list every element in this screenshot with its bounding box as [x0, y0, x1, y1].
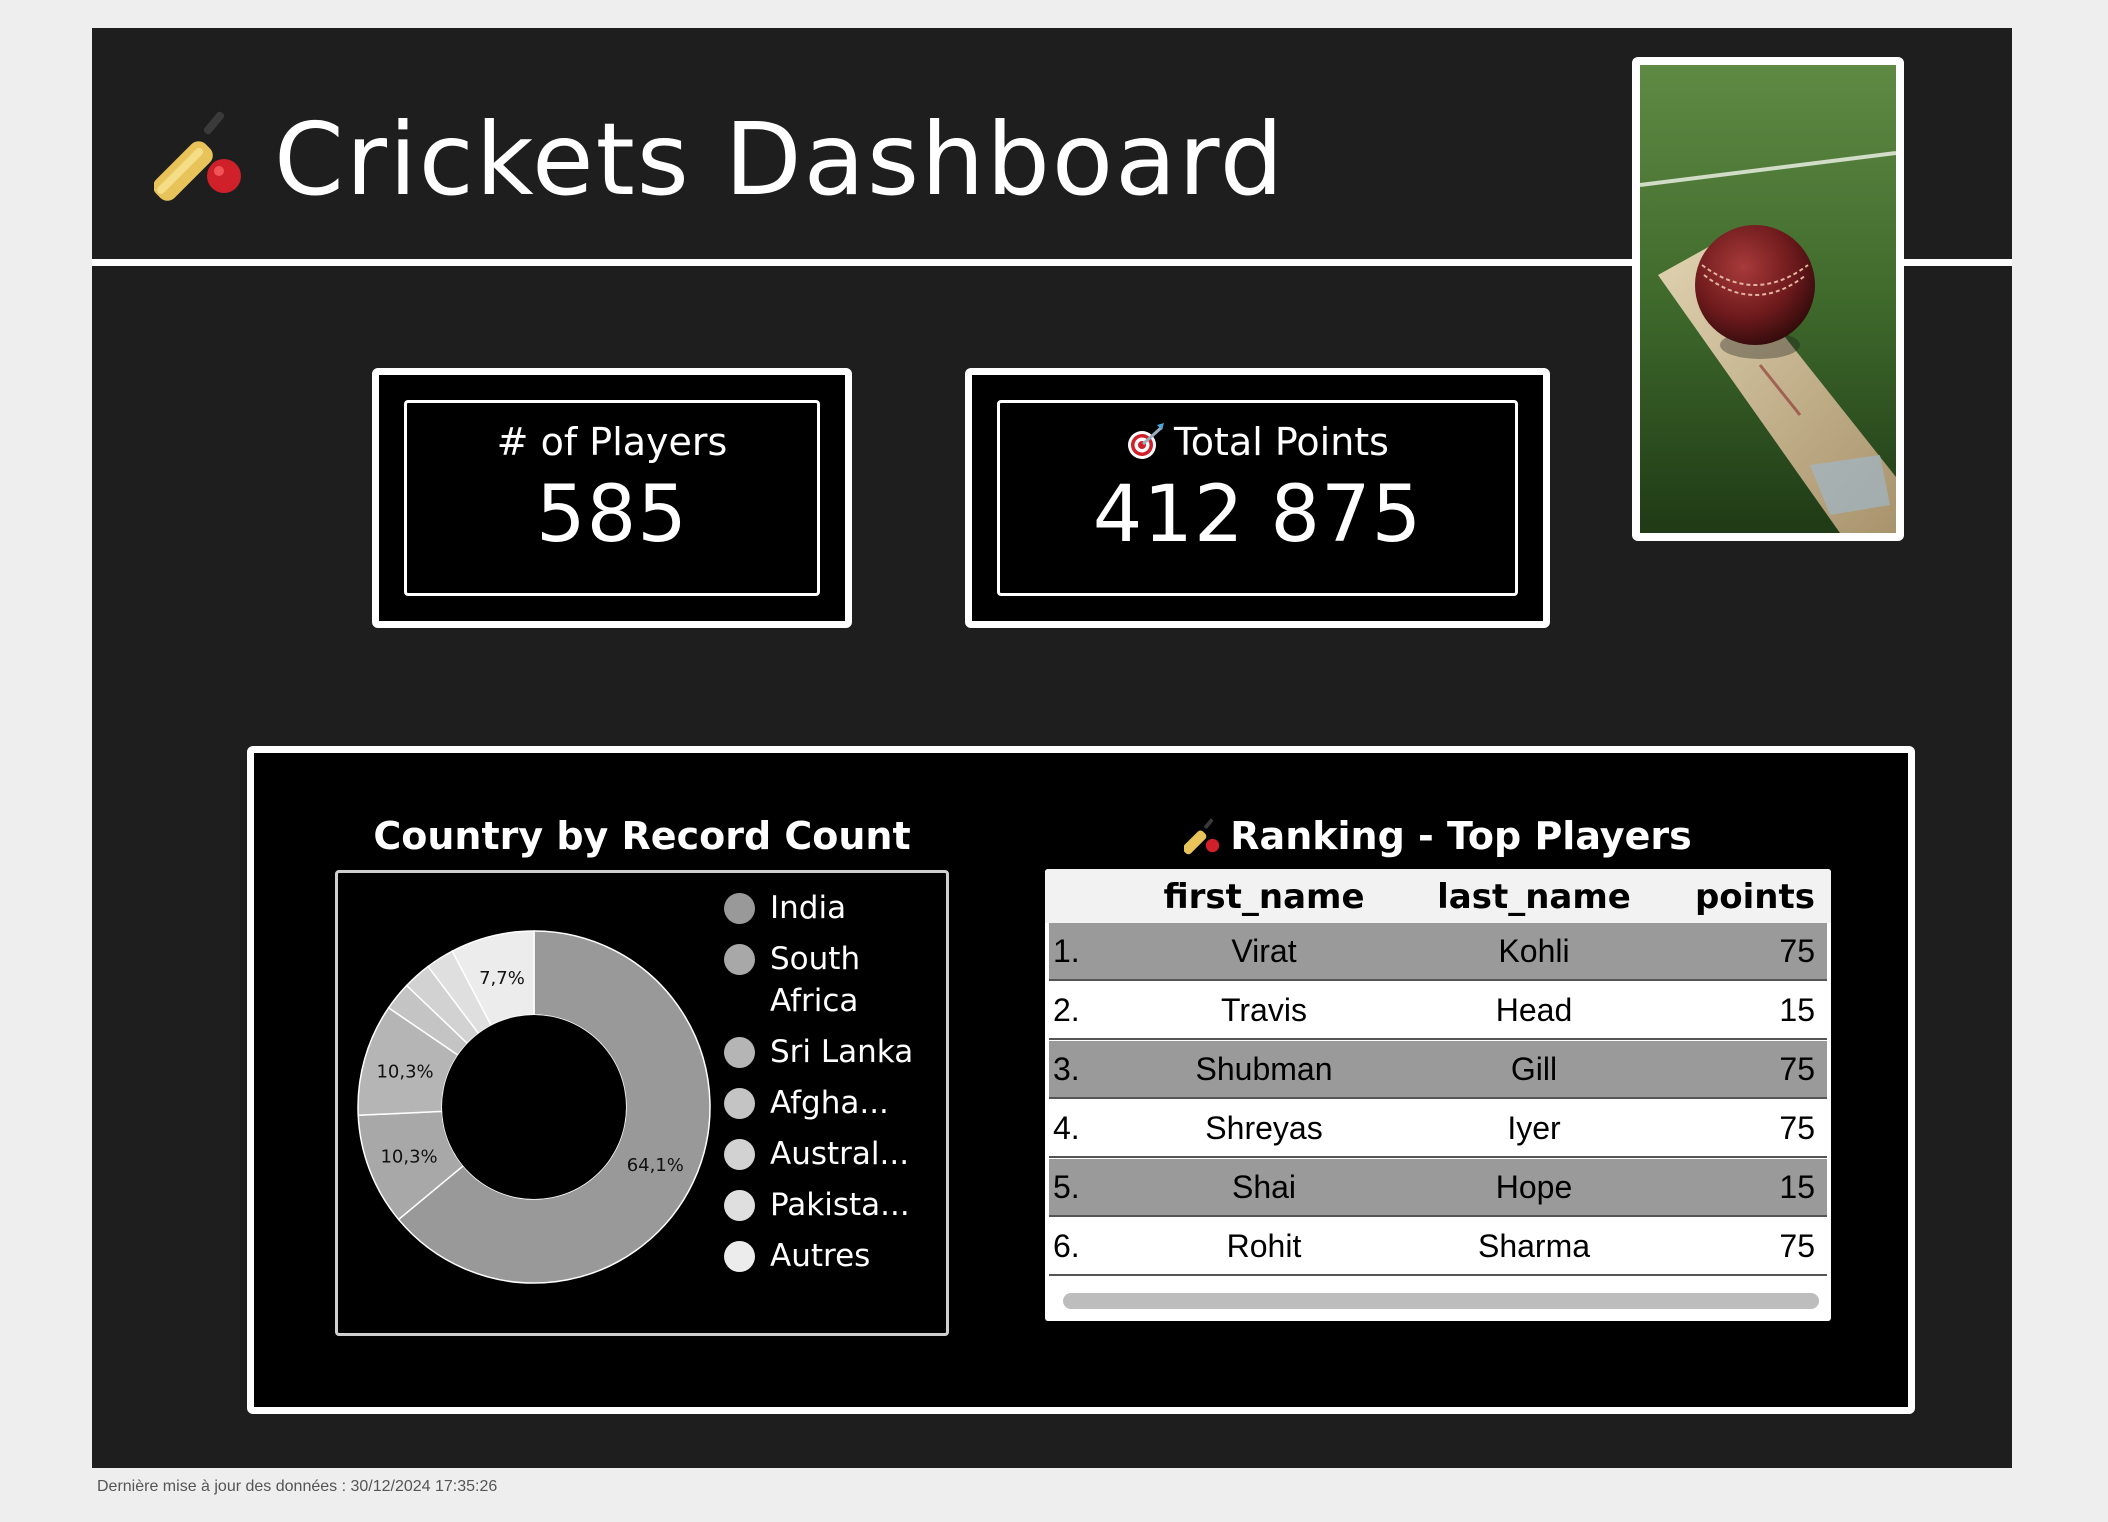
- table-row[interactable]: 6. Rohit Sharma 75: [1049, 1218, 1827, 1276]
- cell-points: 15: [1779, 1169, 1815, 1205]
- table-row[interactable]: 5. Shai Hope 15: [1049, 1159, 1827, 1217]
- row-index: 3.: [1053, 1051, 1080, 1087]
- cell-points: 75: [1779, 1051, 1815, 1087]
- donut-chart: 64,1% 10,3% 10,3% 7,7%: [357, 930, 711, 1284]
- col-header-first-name[interactable]: first_name: [1139, 873, 1389, 921]
- ranking-title: Ranking - Top Players: [1230, 814, 1692, 858]
- legend-swatch: [724, 1037, 755, 1068]
- legend-label: Autres: [770, 1238, 871, 1274]
- legend-swatch: [724, 1139, 755, 1170]
- col-header-points[interactable]: points: [1695, 873, 1815, 921]
- legend-swatch: [724, 893, 755, 924]
- donut-data-label: 7,7%: [479, 968, 525, 989]
- table-scrollbar[interactable]: [1063, 1293, 1819, 1309]
- cell-last-name: Head: [1495, 992, 1573, 1028]
- cricket-bat-icon: [1182, 818, 1220, 855]
- legend-label: Afgha...: [770, 1085, 889, 1121]
- dashboard-canvas: Crickets Dashboard # of Players 585 Tota…: [92, 28, 2012, 1468]
- table-header: first_name last_name points: [1045, 869, 1831, 923]
- legend-swatch: [724, 1190, 755, 1221]
- page-title: Crickets Dashboard: [274, 101, 1286, 218]
- kpi-points-label: Total Points: [1174, 420, 1389, 464]
- cricket-photo-frame: [1632, 57, 1904, 541]
- legend-label: Sri Lanka: [770, 1034, 914, 1070]
- cell-first-name: Shubman: [1195, 1051, 1333, 1087]
- kpi-players-inner: # of Players 585: [404, 400, 820, 596]
- target-icon: [1128, 423, 1164, 459]
- cell-last-name: Hope: [1495, 1169, 1573, 1205]
- legend-swatch: [724, 1241, 755, 1272]
- kpi-points-value: 412 875: [1092, 470, 1423, 560]
- cell-last-name: Kohli: [1498, 933, 1570, 969]
- cell-last-name: Sharma: [1477, 1228, 1591, 1264]
- cell-first-name: Shreyas: [1205, 1110, 1323, 1146]
- cell-first-name: Virat: [1231, 933, 1297, 969]
- chart-title: Country by Record Count: [373, 814, 911, 858]
- last-update-note: Dernière mise à jour des données : 30/12…: [97, 1478, 498, 1495]
- legend-label: South Africa: [770, 941, 861, 1019]
- legend-swatch: [724, 944, 755, 975]
- donut-data-label: 64,1%: [627, 1155, 684, 1176]
- country-chart-box: 64,1% 10,3% 10,3% 7,7% India South Africa Sri…: [335, 870, 949, 1336]
- cell-points: 75: [1779, 1110, 1815, 1146]
- legend-item[interactable]: India: [724, 887, 944, 929]
- legend-label: Austral...: [770, 1136, 910, 1172]
- legend-label: Pakista...: [770, 1187, 910, 1223]
- row-index: 6.: [1053, 1228, 1080, 1264]
- kpi-players-label: # of Players: [496, 420, 728, 464]
- ranking-table: first_name last_name points 1. Virat Kohli…: [1045, 869, 1831, 1321]
- bottom-panel: Country by Record Count 64,1% 10,3% 10,3% 7…: [247, 746, 1915, 1414]
- table-row[interactable]: 4. Shreyas Iyer 75: [1049, 1100, 1827, 1158]
- row-index: 2.: [1053, 992, 1080, 1028]
- legend-item[interactable]: Pakista...: [724, 1184, 944, 1226]
- row-index: 1.: [1053, 933, 1080, 969]
- legend-item[interactable]: Austral...: [724, 1133, 944, 1175]
- cricket-ball-on-bat-photo: [1640, 65, 1896, 533]
- cell-points: 75: [1779, 933, 1815, 969]
- cell-last-name: Iyer: [1507, 1110, 1561, 1146]
- kpi-players-card: # of Players 585: [372, 368, 852, 628]
- cell-points: 75: [1779, 1228, 1815, 1264]
- kpi-points-inner: Total Points 412 875: [997, 400, 1518, 596]
- legend-label: India: [770, 890, 847, 926]
- kpi-points-card: Total Points 412 875: [965, 368, 1550, 628]
- legend-item[interactable]: South Africa: [724, 938, 944, 1022]
- cell-first-name: Rohit: [1226, 1228, 1302, 1264]
- donut-data-label: 10,3%: [376, 1061, 433, 1082]
- legend-item[interactable]: Afgha...: [724, 1082, 944, 1124]
- cell-points: 15: [1779, 992, 1815, 1028]
- chart-legend: India South Africa Sri Lanka Afgha... Austra…: [724, 887, 944, 1286]
- kpi-points-label-row: Total Points: [1000, 417, 1515, 467]
- cell-last-name: Gill: [1510, 1051, 1558, 1087]
- donut-data-label: 10,3%: [380, 1146, 437, 1167]
- legend-swatch: [724, 1088, 755, 1119]
- col-header-last-name[interactable]: last_name: [1409, 873, 1659, 921]
- table-row[interactable]: 1. Virat Kohli 75: [1049, 923, 1827, 981]
- row-index: 4.: [1053, 1110, 1080, 1146]
- donut-hole: [442, 1015, 626, 1199]
- legend-item[interactable]: Autres: [724, 1235, 944, 1277]
- cricket-bat-icon: [154, 111, 241, 201]
- legend-item[interactable]: Sri Lanka: [724, 1031, 944, 1073]
- row-index: 5.: [1053, 1169, 1080, 1205]
- cell-first-name: Shai: [1231, 1169, 1297, 1205]
- cell-first-name: Travis: [1221, 992, 1307, 1028]
- kpi-players-value: 585: [536, 470, 688, 560]
- table-row[interactable]: 2. Travis Head 15: [1049, 982, 1827, 1040]
- table-row[interactable]: 3. Shubman Gill 75: [1049, 1041, 1827, 1099]
- ranking-title-row: Ranking - Top Players: [1045, 811, 1831, 861]
